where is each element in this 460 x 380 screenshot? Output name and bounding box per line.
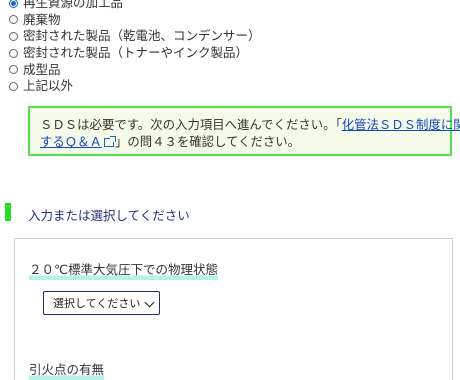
radio-option-sealed-toner[interactable]: 密封された製品（トナーやインク製品） bbox=[9, 45, 449, 62]
select-value: 選択してください bbox=[53, 297, 141, 310]
radio-button[interactable] bbox=[9, 31, 18, 41]
radio-label: 密封された製品（乾電池、コンデンサー） bbox=[23, 28, 261, 44]
radio-option-other[interactable]: 上記以外 bbox=[9, 78, 449, 95]
radio-label: 密封された製品（トナーやインク製品） bbox=[23, 45, 249, 61]
radio-option-sealed-battery[interactable]: 密封された製品（乾電池、コンデンサー） bbox=[9, 28, 449, 45]
radio-button[interactable] bbox=[9, 15, 18, 25]
radio-label: 廃棄物 bbox=[23, 11, 61, 27]
flash-point-label: 引火点の有無 bbox=[29, 359, 105, 380]
page: 再生資源の加工品 廃棄物 密封された製品（乾電池、コンデンサー） 密封された製品… bbox=[0, 0, 460, 380]
radio-button[interactable] bbox=[9, 48, 18, 58]
external-link-icon[interactable] bbox=[103, 136, 116, 147]
qa-link[interactable]: 化管法ＳＤＳ制度に関 bbox=[342, 117, 460, 132]
radio-button[interactable] bbox=[9, 65, 18, 75]
notice-text-after: 」の問４３を確認してください。 bbox=[114, 134, 301, 149]
physical-state-label: ２０℃標準大気圧下での物理状態 bbox=[29, 259, 219, 280]
radio-label: 成型品 bbox=[23, 61, 61, 77]
chevron-down-icon bbox=[144, 297, 155, 308]
radio-option-waste[interactable]: 廃棄物 bbox=[9, 12, 449, 29]
physical-state-select[interactable]: 選択してください bbox=[43, 291, 160, 315]
radio-label: 上記以外 bbox=[23, 78, 74, 94]
radio-button[interactable] bbox=[9, 81, 18, 91]
radio-label: 再生資源の加工品 bbox=[23, 0, 124, 11]
qa-link-continued[interactable]: するＱ＆Ａ bbox=[40, 134, 102, 149]
notice-line-1: ＳＤＳは必要です。次の入力項目へ進んでください。「化管法ＳＤＳ制度に関 bbox=[40, 116, 460, 133]
notice-text: ＳＤＳは必要です。次の入力項目へ進んでください。「 bbox=[40, 117, 342, 132]
radio-option-recycled[interactable]: 再生資源の加工品 bbox=[9, 0, 449, 12]
section-accent-bar bbox=[5, 203, 11, 221]
sds-notice-box: ＳＤＳは必要です。次の入力項目へ進んでください。「化管法ＳＤＳ制度に関 するＱ＆… bbox=[28, 106, 460, 156]
section-title: 入力または選択してください bbox=[28, 208, 190, 223]
notice-line-2: するＱ＆Ａ 」の問４３を確認してください。 bbox=[40, 133, 450, 150]
radio-option-molded[interactable]: 成型品 bbox=[9, 61, 449, 78]
substance-type-radio-group: 再生資源の加工品 廃棄物 密封された製品（乾電池、コンデンサー） 密封された製品… bbox=[9, 0, 449, 95]
radio-button-selected[interactable] bbox=[9, 0, 18, 8]
